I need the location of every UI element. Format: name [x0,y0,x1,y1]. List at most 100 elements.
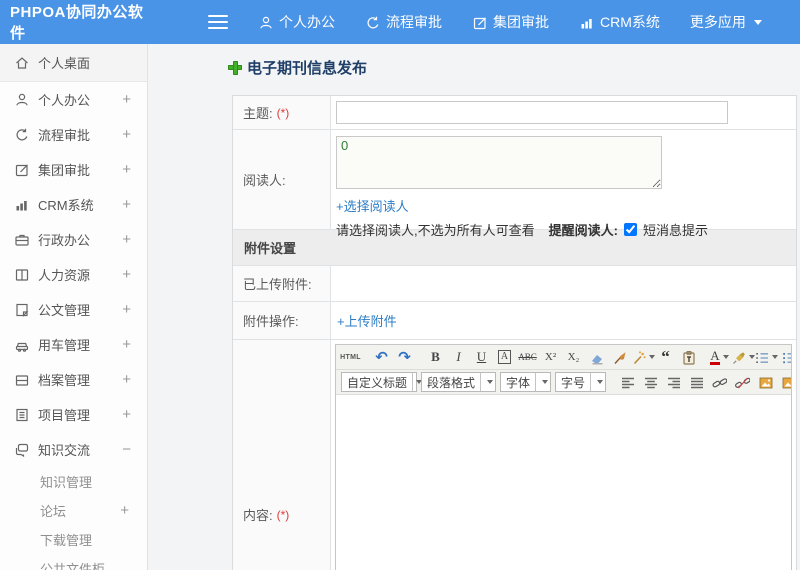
nav-process-approval[interactable]: 流程审批 [365,12,442,32]
align-center-button[interactable] [640,372,661,393]
superscript-button[interactable]: X² [540,347,561,368]
insert-media-button[interactable] [778,372,791,393]
expand-icon[interactable]: + [122,231,131,248]
readers-row: 阅读人: 0 +选择阅读人 请选择阅读人,不选为所有人可查看 提醒阅读人: 短消… [233,130,796,238]
auto-typeset-button[interactable] [632,347,655,368]
upload-attachment-link[interactable]: +上传附件 [337,311,397,330]
sidebar-item-project-mgmt[interactable]: 项目管理 + [0,397,147,432]
font-size-select[interactable]: 字号 [555,372,607,392]
expand-icon[interactable]: + [122,161,131,178]
nav-personal-office[interactable]: 个人办公 [258,12,335,32]
font-family-select[interactable]: 字体 [500,372,552,392]
expand-icon[interactable]: + [122,91,131,108]
ordered-list-button[interactable] [755,347,778,368]
select-readers-link[interactable]: +选择阅读人 [336,196,409,215]
highlight-color-button[interactable] [732,347,755,368]
undo-button[interactable]: ↶ [371,347,392,368]
sidebar-subitem-knowledge-mgmt[interactable]: 知识管理 [0,467,147,496]
sidebar-item-personal-office[interactable]: 个人办公 + [0,82,147,117]
bar-chart-icon [15,200,28,212]
chat-icon [15,443,29,457]
sidebar-subitem-label: 下载管理 [40,533,93,548]
expand-icon[interactable]: + [122,406,131,423]
sidebar-item-vehicle-mgmt[interactable]: 用车管理 + [0,327,147,362]
briefcase-icon [15,234,29,246]
sidebar-item-label: 项目管理 [38,408,91,423]
font-color-glyph: A [710,348,720,365]
sidebar-item-label: 个人桌面 [38,56,91,71]
expand-icon[interactable]: + [122,371,131,388]
edit-icon [473,16,487,29]
publish-form: 主题: (*) 阅读人: 0 +选择阅读人 请选择阅读人,不选为所有人可查看 提… [232,95,797,570]
expand-icon[interactable]: + [122,196,131,213]
sidebar-subitem-label: 公共文件柜 [40,562,106,570]
sidebar-item-desktop[interactable]: 个人桌面 [0,44,147,82]
italic-button[interactable]: I [448,347,469,368]
font-border-glyph: A [497,350,512,364]
sidebar-item-hr[interactable]: 人力资源 + [0,257,147,292]
insert-image-button[interactable] [755,372,776,393]
car-icon [15,342,29,352]
align-justify-button[interactable] [686,372,707,393]
paste-as-text-button[interactable] [678,347,699,368]
align-left-button[interactable] [617,372,638,393]
sidebar-subitem-forum[interactable]: 论坛 + [0,496,147,525]
paragraph-format-select[interactable]: 段落格式 [421,372,497,392]
expand-icon[interactable]: + [120,502,129,519]
collapse-icon[interactable]: − [122,441,131,458]
format-brush-button[interactable] [609,347,630,368]
expand-icon[interactable]: + [122,266,131,283]
blockquote-button[interactable]: “ [655,347,676,368]
remove-format-button[interactable] [586,347,607,368]
expand-icon[interactable]: + [122,301,131,318]
content-row: 内容: (*) HTML ↶ ↷ B I U A ABC X² X₂ “ A 自… [233,340,796,570]
book-icon [15,269,29,281]
sidebar-item-archive-mgmt[interactable]: 档案管理 + [0,362,147,397]
align-right-button[interactable] [663,372,684,393]
remove-link-button[interactable] [732,372,753,393]
sidebar-item-group-approval[interactable]: 集团审批 + [0,152,147,187]
home-icon [15,57,29,69]
readers-textarea[interactable]: 0 [336,136,662,189]
app-logo: PHPOA协同办公软件 [10,4,144,42]
expand-icon[interactable]: + [122,336,131,353]
sidebar-item-crm[interactable]: CRM系统 + [0,187,147,222]
nav-crm[interactable]: CRM系统 [579,12,660,32]
sidebar-item-process-approval[interactable]: 流程审批 + [0,117,147,152]
sidebar: 个人桌面 个人办公 + 流程审批 + 集团审批 + CRM系统 + 行政办公 + [0,44,148,570]
sidebar-subitem-public-cabinet[interactable]: 公共文件柜 [0,554,147,570]
unordered-list-button[interactable] [778,347,791,368]
caret-down-icon [648,355,655,359]
strikethrough-button[interactable]: ABC [517,347,538,368]
subject-input[interactable] [336,101,728,124]
align-justify-icon [690,377,704,388]
caret-down-icon [486,380,493,384]
font-color-button[interactable]: A [709,347,730,368]
redo-button[interactable]: ↷ [394,347,415,368]
editor-content-area[interactable] [336,395,791,570]
attachment-operation-row: 附件操作: +上传附件 [233,302,796,340]
source-code-button[interactable]: HTML [340,347,361,368]
sidebar-item-label: CRM系统 [38,198,94,213]
nav-group-approval[interactable]: 集团审批 [472,12,549,32]
expand-icon[interactable]: + [122,126,131,143]
nav-more-apps[interactable]: 更多应用 [690,12,762,32]
sidebar-subitem-download-mgmt[interactable]: 下载管理 [0,525,147,554]
subscript-button[interactable]: X₂ [563,347,584,368]
underline-button[interactable]: U [471,347,492,368]
align-center-icon [644,377,658,388]
font-border-button[interactable]: A [494,347,515,368]
insert-link-button[interactable] [709,372,730,393]
menu-toggle-icon[interactable] [208,11,228,33]
heading-select[interactable]: 自定义标题 [341,372,423,392]
marker-icon [732,351,745,364]
sidebar-item-admin-office[interactable]: 行政办公 + [0,222,147,257]
user-icon [260,16,272,29]
sidebar-item-document-mgmt[interactable]: 公文管理 + [0,292,147,327]
bold-button[interactable]: B [425,347,446,368]
topbar: PHPOA协同办公软件 个人办公 流程审批 集团审批 CRM系统 更多应用 [0,0,800,44]
archive-icon [15,375,29,386]
subject-label: 主题: [243,106,273,121]
sidebar-item-knowledge[interactable]: 知识交流 − [0,432,147,467]
sms-remind-checkbox[interactable] [623,223,637,236]
